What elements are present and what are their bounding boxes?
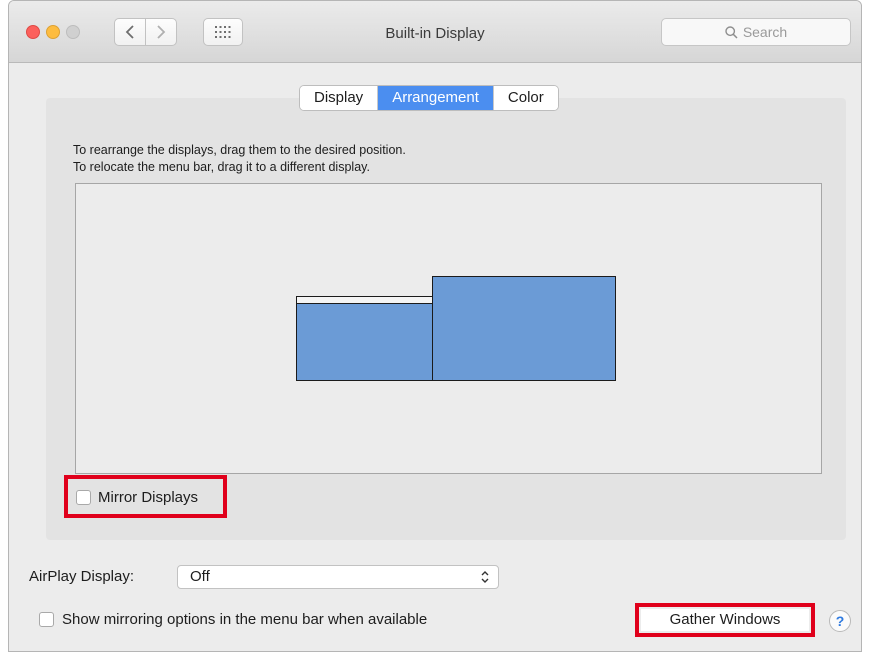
gather-windows-button[interactable]: Gather Windows: [641, 609, 809, 631]
mirror-displays-checkbox[interactable]: [76, 490, 91, 505]
search-field[interactable]: Search: [661, 18, 851, 46]
updown-chevron-icon: [481, 571, 489, 583]
mirror-displays-label[interactable]: Mirror Displays: [98, 489, 198, 506]
title-bar: Built-in Display Search: [9, 1, 861, 63]
tab-bar: Display Arrangement Color: [299, 85, 559, 111]
menu-bar-indicator[interactable]: [297, 297, 432, 304]
search-placeholder: Search: [742, 24, 788, 40]
preferences-window: Built-in Display Search Display Arrangem…: [8, 0, 862, 652]
tab-color[interactable]: Color: [493, 86, 558, 110]
arrangement-instructions: To rearrange the displays, drag them to …: [73, 142, 406, 176]
instruction-line-1: To rearrange the displays, drag them to …: [73, 143, 406, 157]
tab-arrangement[interactable]: Arrangement: [378, 86, 494, 110]
airplay-display-label: AirPlay Display:: [29, 568, 135, 585]
airplay-selected-value: Off: [190, 568, 210, 585]
airplay-display-select[interactable]: Off: [177, 565, 499, 589]
secondary-display-thumbnail[interactable]: [432, 276, 616, 381]
show-mirroring-label[interactable]: Show mirroring options in the menu bar w…: [62, 611, 427, 628]
instruction-line-2: To relocate the menu bar, drag it to a d…: [73, 160, 370, 174]
tab-display[interactable]: Display: [300, 86, 379, 110]
show-mirroring-checkbox[interactable]: [39, 612, 54, 627]
help-button[interactable]: ?: [829, 610, 851, 632]
display-arrangement-area: [75, 183, 822, 474]
main-display-thumbnail[interactable]: [296, 296, 433, 381]
search-icon: [725, 25, 738, 39]
